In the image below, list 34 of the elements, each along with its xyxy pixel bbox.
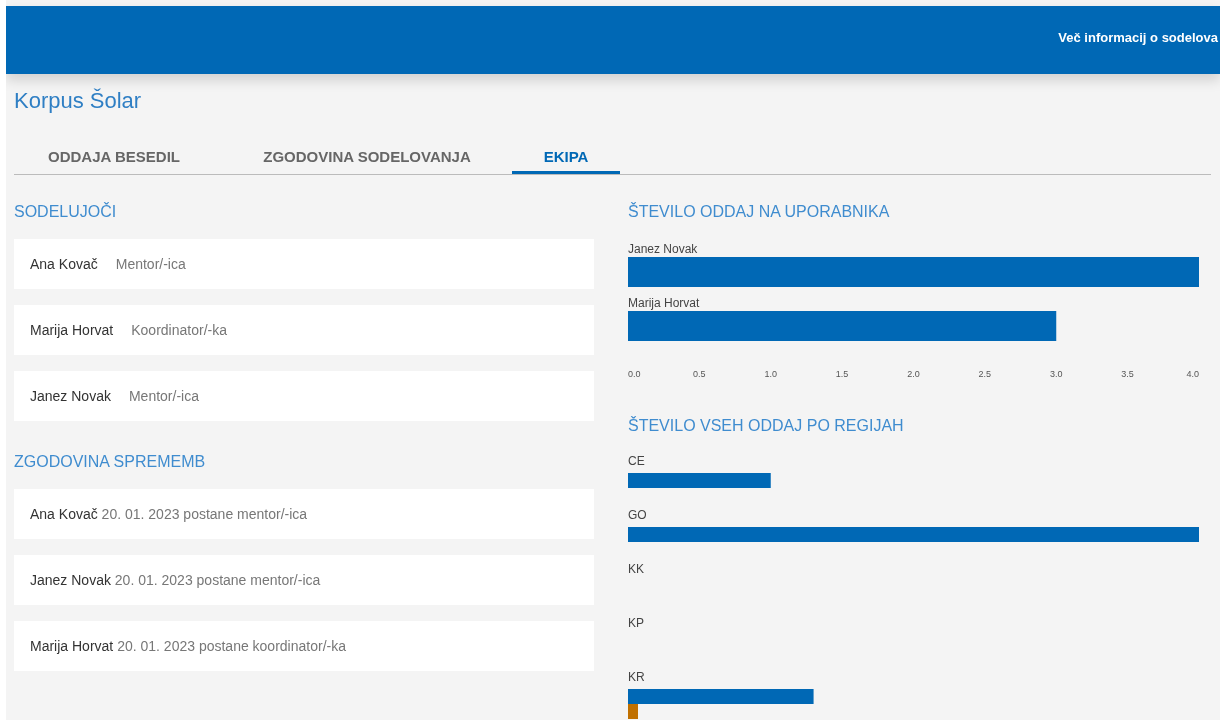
axis-tick-label: 0.0: [628, 369, 641, 379]
axis-tick-label: 3.5: [1121, 369, 1134, 379]
participant-role: Mentor/-ica: [128, 388, 199, 404]
bar-label: Janez Novak: [628, 242, 698, 256]
info-link[interactable]: Več informacij o sodelova: [1058, 29, 1218, 45]
axis-tick-label: 4.0: [1186, 369, 1199, 379]
axis-tick-label: 0.5: [693, 369, 706, 379]
bar-label: CE: [628, 454, 645, 468]
participant-role: Mentor/-ica: [115, 256, 186, 272]
history-entry: Marija Horvat 20. 01. 2023 postane koordinator/-ka: [30, 638, 346, 654]
participant-name: Marija Horvat: [30, 322, 114, 338]
history-entry: Ana Kovač 20. 01. 2023 postane mentor/-ica: [30, 506, 308, 522]
tab[interactable]: ODDAJA BESEDIL: [14, 140, 214, 174]
participant-name: Ana Kovač: [30, 256, 98, 272]
chart-title: ŠTEVILO VSEH ODDAJ PO REGIJAH: [628, 417, 905, 436]
tab[interactable]: EKIPA: [512, 140, 620, 174]
bar-label: KP: [628, 616, 644, 630]
axis-tick-label: 3.0: [1050, 369, 1063, 379]
bar-label: GO: [628, 508, 647, 522]
axis-tick-label: 2.0: [907, 369, 920, 379]
axis-tick-label: 1.5: [835, 369, 849, 379]
participant-name: Janez Novak: [30, 388, 111, 404]
section-heading: SODELUJOČI: [14, 203, 118, 222]
bar-label: KK: [628, 562, 644, 576]
axis-tick-label: 1.0: [764, 369, 777, 379]
tab[interactable]: ZGODOVINA SODELOVANJA: [222, 140, 512, 174]
bar-label: KR: [628, 670, 645, 684]
history-entry: Janez Novak 20. 01. 2023 postane mentor/-ica: [30, 572, 321, 588]
chart-title: ŠTEVILO ODDAJ NA UPORABNIKA: [628, 203, 891, 222]
bar-label: Marija Horvat: [628, 296, 700, 310]
section-heading: ZGODOVINA SPREMEMB: [14, 453, 207, 472]
page-title: Korpus Šolar: [14, 88, 143, 115]
participant-role: Koordinator/-ka: [131, 322, 227, 338]
axis-tick-label: 2.5: [978, 369, 992, 379]
